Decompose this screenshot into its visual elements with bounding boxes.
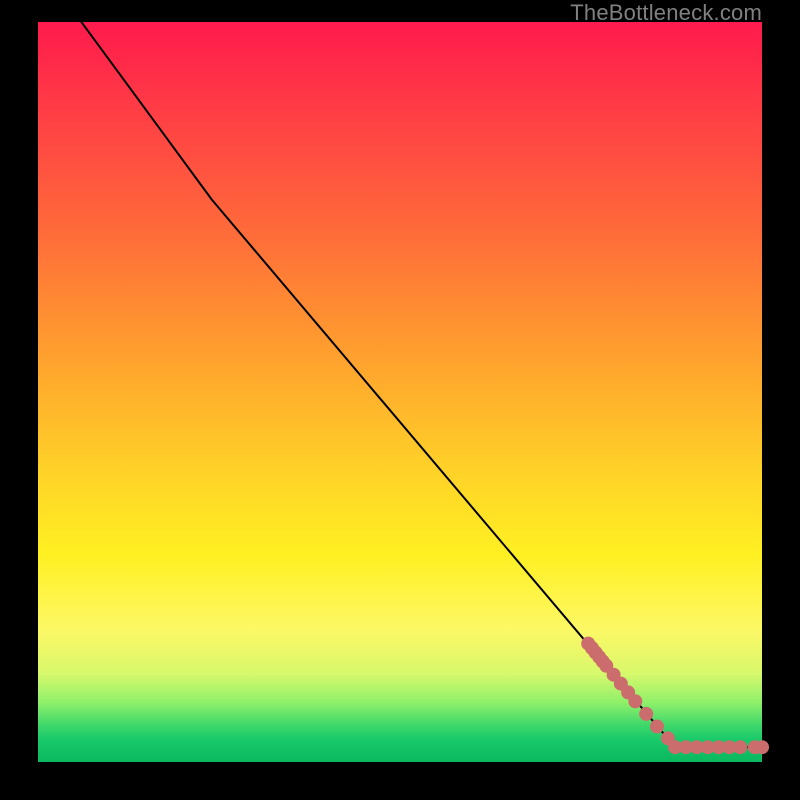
chart-frame: TheBottleneck.com (0, 0, 800, 800)
data-point (755, 740, 769, 754)
chart-overlay (38, 22, 762, 762)
curve-line (81, 22, 762, 747)
scatter-markers (581, 637, 769, 755)
data-point (628, 694, 642, 708)
data-point (650, 720, 664, 734)
data-point (733, 740, 747, 754)
data-point (639, 707, 653, 721)
